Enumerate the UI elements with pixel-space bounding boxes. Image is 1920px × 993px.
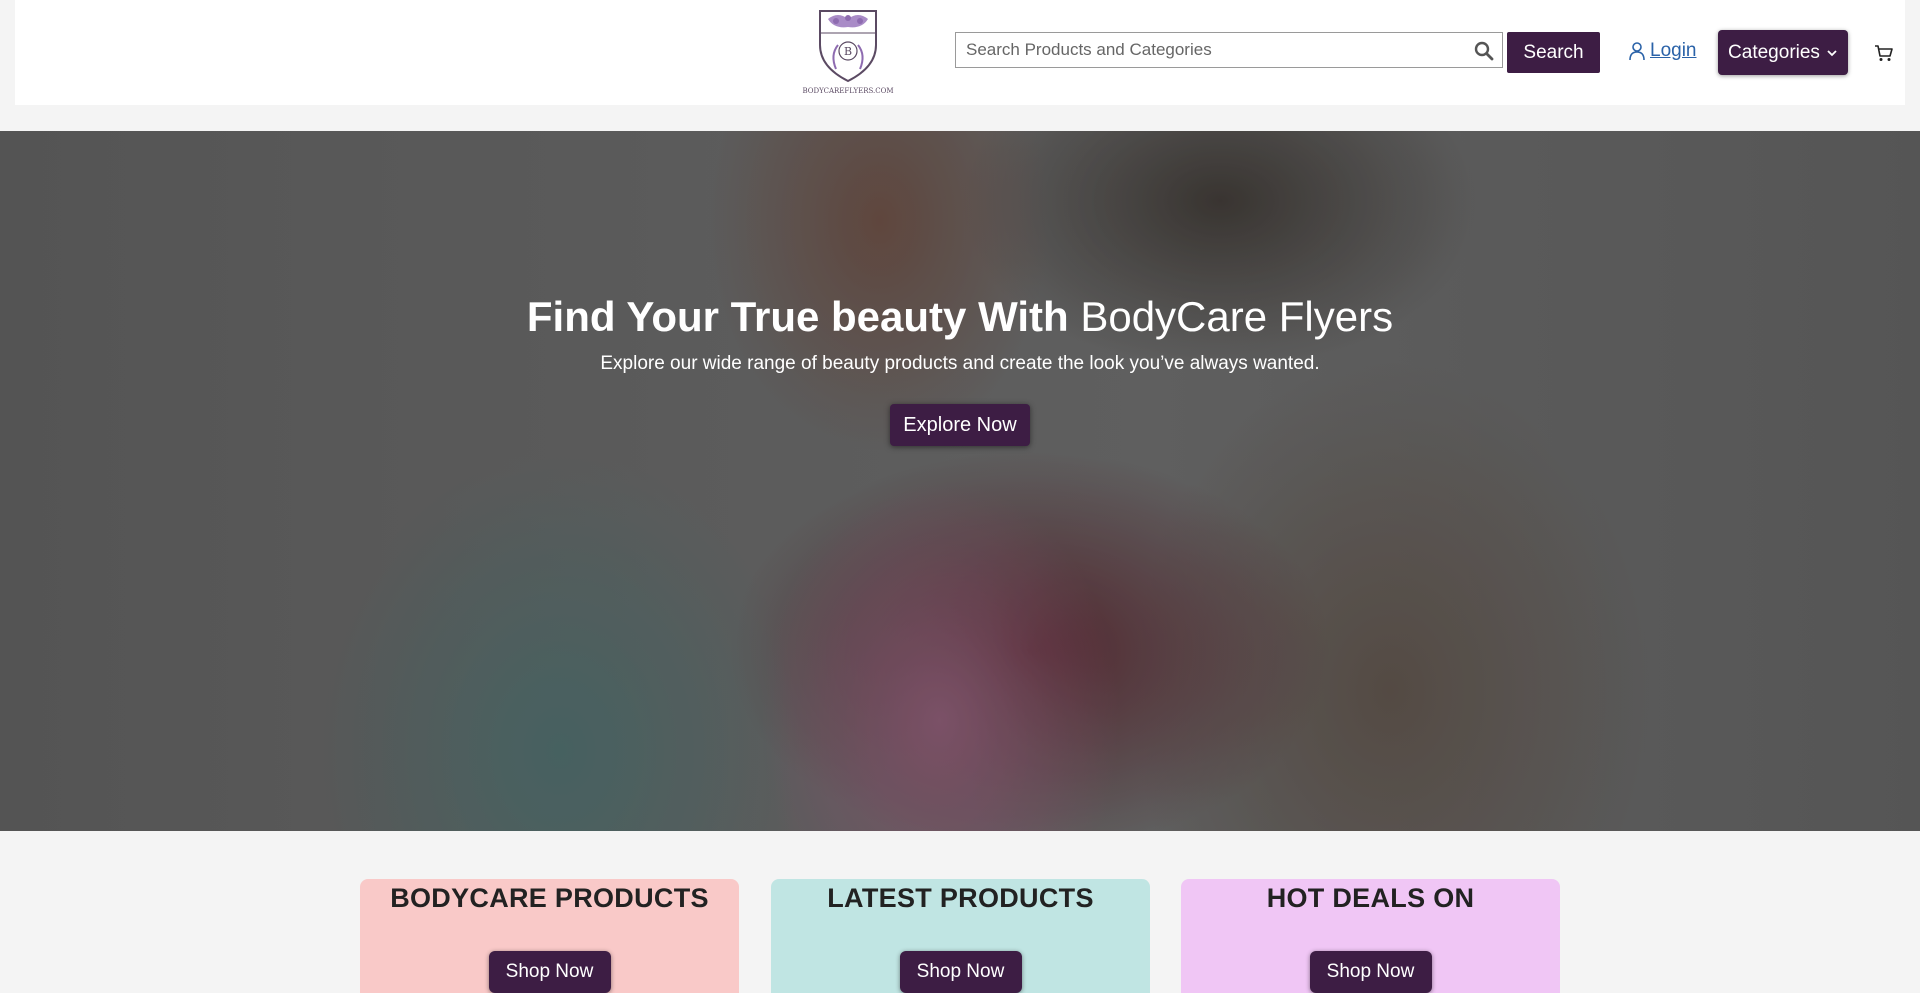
card-title: HOT DEALS ON [1266, 883, 1475, 913]
hero-title-light: BodyCare Flyers [1080, 293, 1394, 340]
hero-subtitle: Explore our wide range of beauty product… [600, 353, 1320, 374]
shop-now-button[interactable]: Shop Now [488, 951, 611, 993]
search-input[interactable] [956, 33, 1502, 67]
user-icon [1629, 42, 1645, 61]
hero-banner: Find Your True beauty With BodyCare Flye… [0, 131, 1920, 831]
explore-now-button[interactable]: Explore Now [890, 404, 1030, 446]
hero-title: Find Your True beauty With BodyCare Flye… [0, 289, 1920, 345]
card-hot-deals: HOT DEALS ON Shop Now [1181, 879, 1560, 993]
search-button[interactable]: Search [1507, 32, 1600, 73]
logo-crest-icon: B BODYCAREFLYERS.COM [802, 10, 894, 95]
card-bodycare-products: BODYCARE PRODUCTS Shop Now [360, 879, 739, 993]
search-icon[interactable] [1474, 41, 1494, 61]
shop-now-button[interactable]: Shop Now [899, 951, 1022, 993]
card-title: BODYCARE PRODUCTS [390, 883, 709, 913]
shop-now-button[interactable]: Shop Now [1309, 951, 1432, 993]
categories-dropdown-button[interactable]: Categories [1718, 30, 1848, 75]
categories-label: Categories [1728, 41, 1820, 63]
card-title: LATEST PRODUCTS [827, 883, 1094, 913]
hero-title-bold: Find Your True beauty With [526, 293, 1069, 340]
logo-icon[interactable]: B BODYCAREFLYERS.COM [800, 5, 896, 99]
chevron-down-icon [1827, 49, 1837, 56]
hero-overlay [0, 131, 1920, 831]
search-field[interactable] [955, 32, 1503, 68]
svg-text:B: B [844, 45, 852, 58]
card-latest-products: LATEST PRODUCTS Shop Now [771, 879, 1150, 993]
login-link[interactable]: Login [1628, 40, 1697, 62]
cart-icon[interactable] [1873, 42, 1895, 64]
site-header: B BODYCAREFLYERS.COM Search Login Catego… [15, 0, 1905, 105]
login-label[interactable]: Login [1650, 40, 1697, 62]
svg-text:BODYCAREFLYERS.COM: BODYCAREFLYERS.COM [802, 87, 893, 95]
